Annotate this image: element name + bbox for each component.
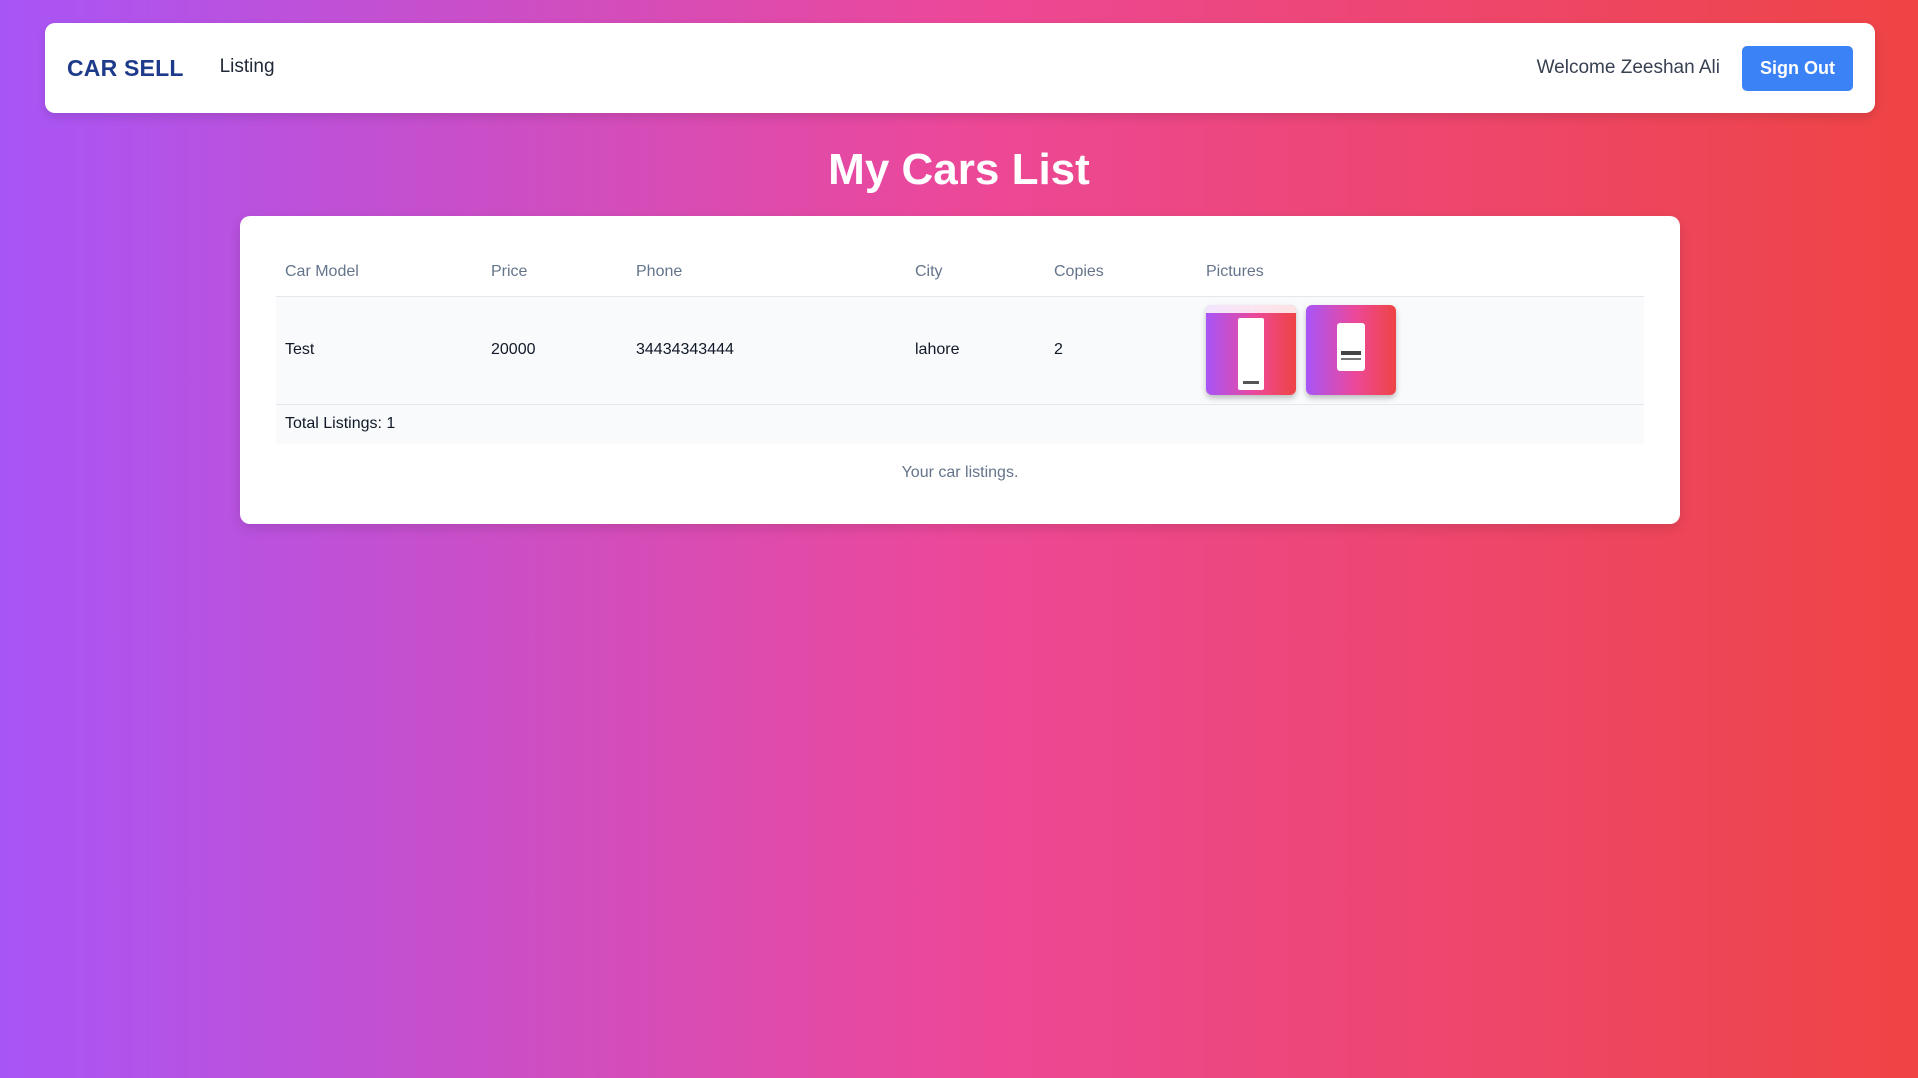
header-phone: Phone <box>627 248 906 297</box>
nav-link-listing[interactable]: Listing <box>220 56 275 78</box>
header-pictures: Pictures <box>1197 248 1644 297</box>
thumbnail-header-bar <box>1206 305 1296 313</box>
table-header-row: Car Model Price Phone City Copies Pictur… <box>276 248 1644 297</box>
thumbnail-line <box>1243 381 1259 384</box>
brand-logo[interactable]: CAR SELL <box>67 55 184 82</box>
thumbnail-line <box>1341 351 1361 355</box>
car-picture-thumbnail-1[interactable] <box>1206 305 1296 395</box>
sign-out-button[interactable]: Sign Out <box>1742 45 1853 91</box>
total-listings: Total Listings: 1 <box>285 415 396 433</box>
cell-price: 20000 <box>491 341 536 358</box>
welcome-text: Welcome Zeeshan Ali <box>1536 57 1720 78</box>
header-price: Price <box>482 248 627 297</box>
cell-city: lahore <box>915 341 960 358</box>
car-picture-thumbnail-2[interactable] <box>1306 305 1396 395</box>
table-footer-row: Total Listings: 1 <box>276 404 1644 444</box>
cell-phone: 34434343444 <box>636 341 734 358</box>
listings-card: Car Model Price Phone City Copies Pictur… <box>240 216 1680 524</box>
thumbnail-panel <box>1238 318 1264 390</box>
picture-thumbnails <box>1206 305 1635 395</box>
thumbnail-panel <box>1337 323 1365 371</box>
cell-copies: 2 <box>1054 341 1063 358</box>
top-navbar: CAR SELL Listing Welcome Zeeshan Ali Sig… <box>45 23 1875 113</box>
header-city: City <box>906 248 1045 297</box>
thumbnail-line <box>1341 358 1361 360</box>
table-row: Test 20000 34434343444 lahore 2 <box>276 296 1644 404</box>
page-title: My Cars List <box>828 145 1090 194</box>
cell-pictures <box>1197 296 1644 404</box>
table-caption: Your car listings. <box>901 464 1019 481</box>
header-car-model: Car Model <box>276 248 482 297</box>
header-copies: Copies <box>1045 248 1197 297</box>
listings-table: Car Model Price Phone City Copies Pictur… <box>276 248 1644 444</box>
cell-car-model: Test <box>285 341 315 358</box>
